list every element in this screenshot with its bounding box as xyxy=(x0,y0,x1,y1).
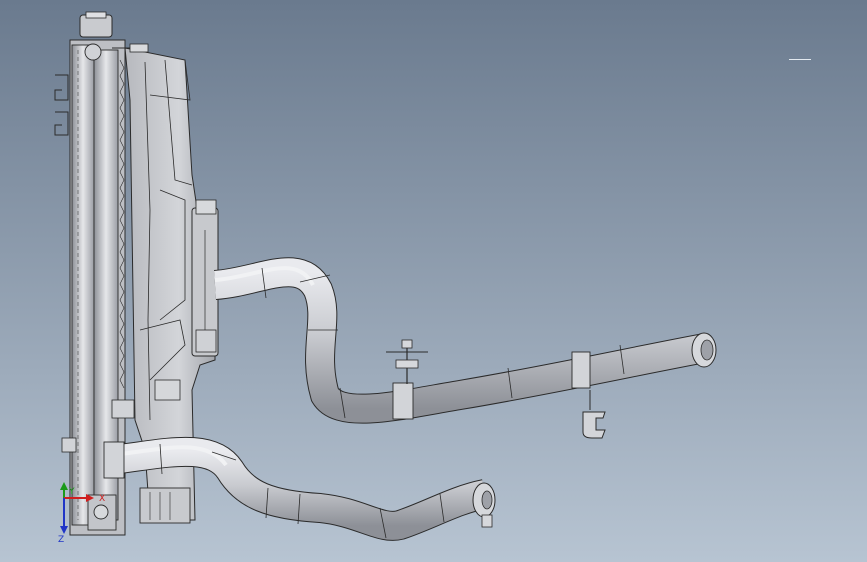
upper-hose-icon[interactable] xyxy=(213,257,717,424)
triad-y-label: Y xyxy=(68,487,75,497)
reference-triad: Y X Z xyxy=(58,482,105,545)
triad-x-label: X xyxy=(99,494,105,504)
cad-graphics-viewport[interactable]: Y X Z xyxy=(0,0,867,562)
radiator-assembly-model[interactable] xyxy=(0,0,867,562)
viewport-corner-mark xyxy=(789,59,811,60)
hose-clamp-icon[interactable] xyxy=(582,390,606,439)
triad-z-label: Z xyxy=(58,535,64,545)
